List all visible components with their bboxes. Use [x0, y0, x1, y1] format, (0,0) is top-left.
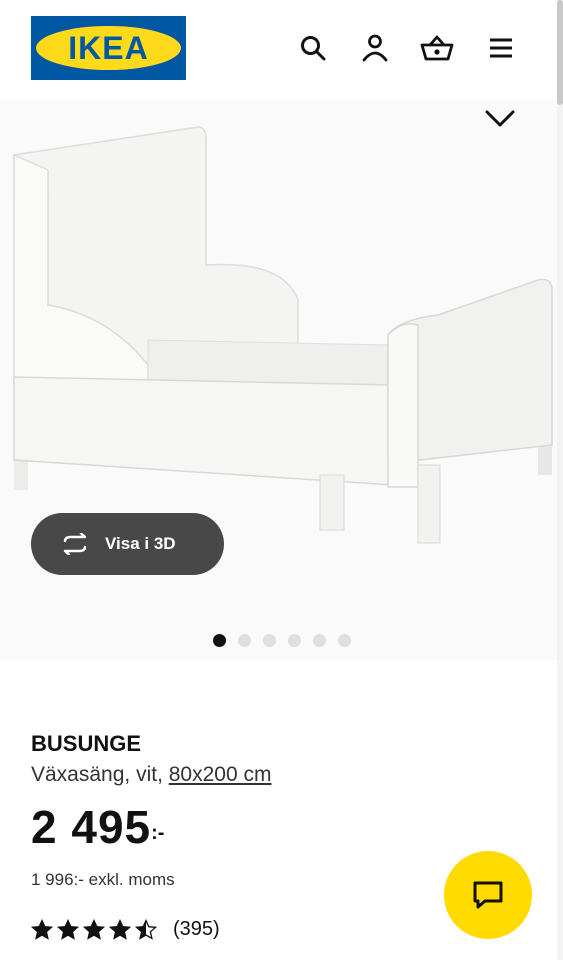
- star-icon: [109, 919, 131, 940]
- price-excl-vat: 1 996:- exkl. moms: [31, 870, 175, 889]
- menu-icon: [490, 38, 512, 58]
- gallery-dot[interactable]: [213, 634, 226, 647]
- search-icon: [301, 36, 326, 61]
- price-suffix: :-: [151, 822, 165, 844]
- gallery-dot[interactable]: [313, 634, 326, 647]
- chat-button[interactable]: [444, 851, 532, 939]
- product-type: Växasäng, vit,: [31, 763, 163, 786]
- rating-stars: [31, 919, 157, 940]
- product-rating[interactable]: (395): [31, 918, 220, 941]
- gallery-dot[interactable]: [238, 634, 251, 647]
- basket-icon: [420, 35, 454, 61]
- price-integer: 2 495: [31, 801, 152, 853]
- star-icon: [31, 919, 53, 940]
- profile-icon: [362, 34, 388, 62]
- logo-ellipse: IKEA: [36, 26, 181, 70]
- star-icon: [83, 919, 105, 940]
- header: IKEA: [0, 0, 563, 100]
- gallery-dot[interactable]: [288, 634, 301, 647]
- star-icon: [57, 919, 79, 940]
- view-in-3d-label: Visa i 3D: [105, 534, 176, 553]
- chat-icon: [473, 881, 503, 909]
- rating-count: (395): [173, 918, 220, 940]
- menu-button[interactable]: [483, 30, 519, 66]
- product-name: BUSUNGE: [31, 731, 142, 756]
- search-button[interactable]: [295, 30, 331, 66]
- gallery-pagination: [213, 634, 351, 647]
- product-price: 2 495 :-: [31, 800, 164, 854]
- gallery-dot[interactable]: [338, 634, 351, 647]
- product-description: Växasäng, vit, 80x200 cm: [31, 763, 271, 787]
- rotate-3d-icon: [63, 533, 87, 555]
- view-in-3d-button[interactable]: Visa i 3D: [31, 513, 224, 575]
- product-size-link[interactable]: 80x200 cm: [169, 763, 272, 786]
- gallery-dot[interactable]: [263, 634, 276, 647]
- basket-button[interactable]: [419, 30, 455, 66]
- product-image: [13, 126, 553, 544]
- logo-text: IKEA: [68, 29, 149, 66]
- star-icon: [135, 919, 157, 940]
- profile-button[interactable]: [357, 30, 393, 66]
- ikea-logo[interactable]: IKEA: [31, 16, 186, 80]
- scrollbar-thumb[interactable]: [557, 0, 563, 105]
